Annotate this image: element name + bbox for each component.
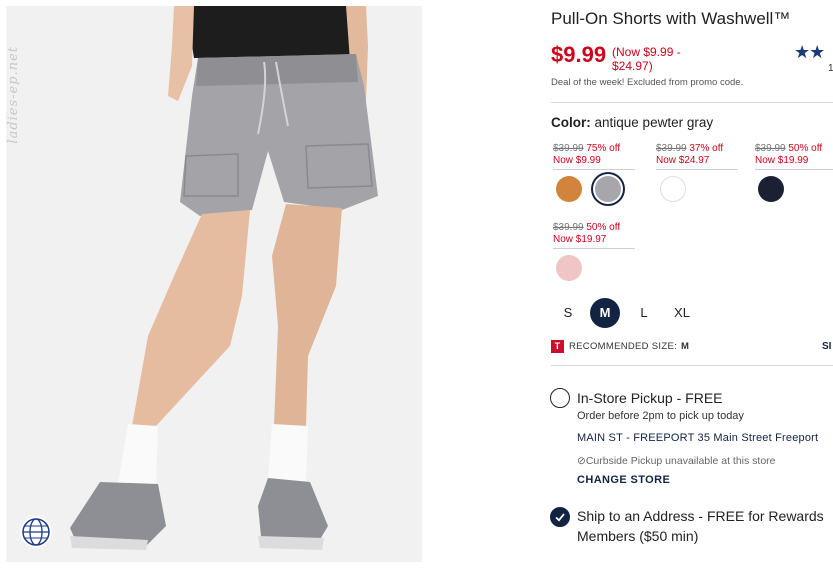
color-label: Color: antique pewter gray	[551, 115, 713, 130]
was-price: $39.99	[553, 143, 584, 154]
divider	[551, 102, 833, 103]
discount: 50% off	[788, 143, 823, 154]
ship-title-line-2: Members ($50 min)	[577, 528, 699, 544]
offer-price-3: $39.99 50% off Now $19.99	[755, 143, 822, 167]
navy-swatch[interactable]	[758, 176, 784, 202]
size-s-button[interactable]: S	[553, 298, 583, 328]
true-fit-badge-icon: T	[551, 339, 564, 353]
discount: 50% off	[586, 222, 621, 233]
orange-swatch[interactable]	[556, 176, 582, 202]
now-price: Now $19.99	[755, 155, 809, 166]
store-link[interactable]: MAIN ST - FREEPORT 35 Main Street Freepo…	[577, 432, 818, 444]
size-chart-link[interactable]: SI	[822, 341, 831, 352]
rating-stars[interactable]: ★★	[794, 42, 825, 63]
pickup-note: Order before 2pm to pick up today	[577, 410, 744, 422]
price-range-line-1: (Now $9.99 -	[612, 45, 681, 59]
size-l-button[interactable]: L	[629, 298, 659, 328]
offer-underline	[553, 169, 635, 170]
ship-radio[interactable]	[550, 507, 570, 527]
curbside-text: Curbside Pickup unavailable at this stor…	[585, 455, 776, 467]
change-store-link[interactable]: CHANGE STORE	[577, 474, 670, 486]
ship-title[interactable]: Ship to an Address - FREE for Rewards	[577, 506, 824, 526]
pickup-radio[interactable]	[550, 388, 570, 408]
white-swatch[interactable]	[660, 176, 686, 202]
divider	[551, 365, 833, 366]
curbside-note: ⊘Curbside Pickup unavailable at this sto…	[577, 455, 776, 467]
product-title: Pull-On Shorts with Washwell™	[551, 9, 791, 28]
offer-price-2: $39.99 37% off Now $24.97	[656, 143, 723, 167]
now-price: Now $19.97	[553, 234, 607, 245]
was-price: $39.99	[553, 222, 584, 233]
recommended-size-value: M	[681, 340, 690, 352]
product-image[interactable]: ladies-ep.net	[6, 6, 422, 562]
offer-underline	[755, 169, 833, 170]
now-price: Now $24.97	[656, 155, 710, 166]
was-price: $39.99	[656, 143, 687, 154]
watermark-text: ladies-ep.net	[6, 46, 21, 144]
check-icon	[555, 513, 565, 522]
price-range: (Now $9.99 - $24.97)	[612, 45, 702, 73]
discount: 37% off	[689, 143, 724, 154]
pink-swatch[interactable]	[556, 255, 582, 281]
unavailable-icon: ⊘	[577, 455, 586, 467]
offer-underline	[656, 169, 738, 170]
discount: 75% off	[586, 143, 621, 154]
offer-underline	[553, 248, 635, 249]
pickup-title[interactable]: In-Store Pickup - FREE	[577, 388, 723, 408]
size-xl-button[interactable]: XL	[667, 298, 697, 328]
offer-price-1: $39.99 75% off Now $9.99	[553, 143, 620, 167]
sale-price: $9.99	[551, 42, 607, 67]
recommended-size-label: RECOMMENDED SIZE:	[569, 340, 678, 352]
deal-text: Deal of the week! Excluded from promo co…	[551, 77, 744, 88]
gray-swatch[interactable]	[595, 176, 621, 202]
size-m-button[interactable]: M	[590, 298, 620, 328]
globe-icon[interactable]	[20, 516, 52, 548]
color-label-key: Color:	[551, 115, 591, 130]
review-count[interactable]: 1	[828, 63, 833, 74]
model-photo	[6, 6, 422, 562]
now-price: Now $9.99	[553, 155, 601, 166]
color-name: antique pewter gray	[594, 115, 714, 130]
offer-price-4: $39.99 50% off Now $19.97	[553, 222, 620, 246]
was-price: $39.99	[755, 143, 786, 154]
recommended-size: T RECOMMENDED SIZE: M	[551, 339, 689, 353]
price-range-line-2: $24.97)	[612, 59, 653, 73]
